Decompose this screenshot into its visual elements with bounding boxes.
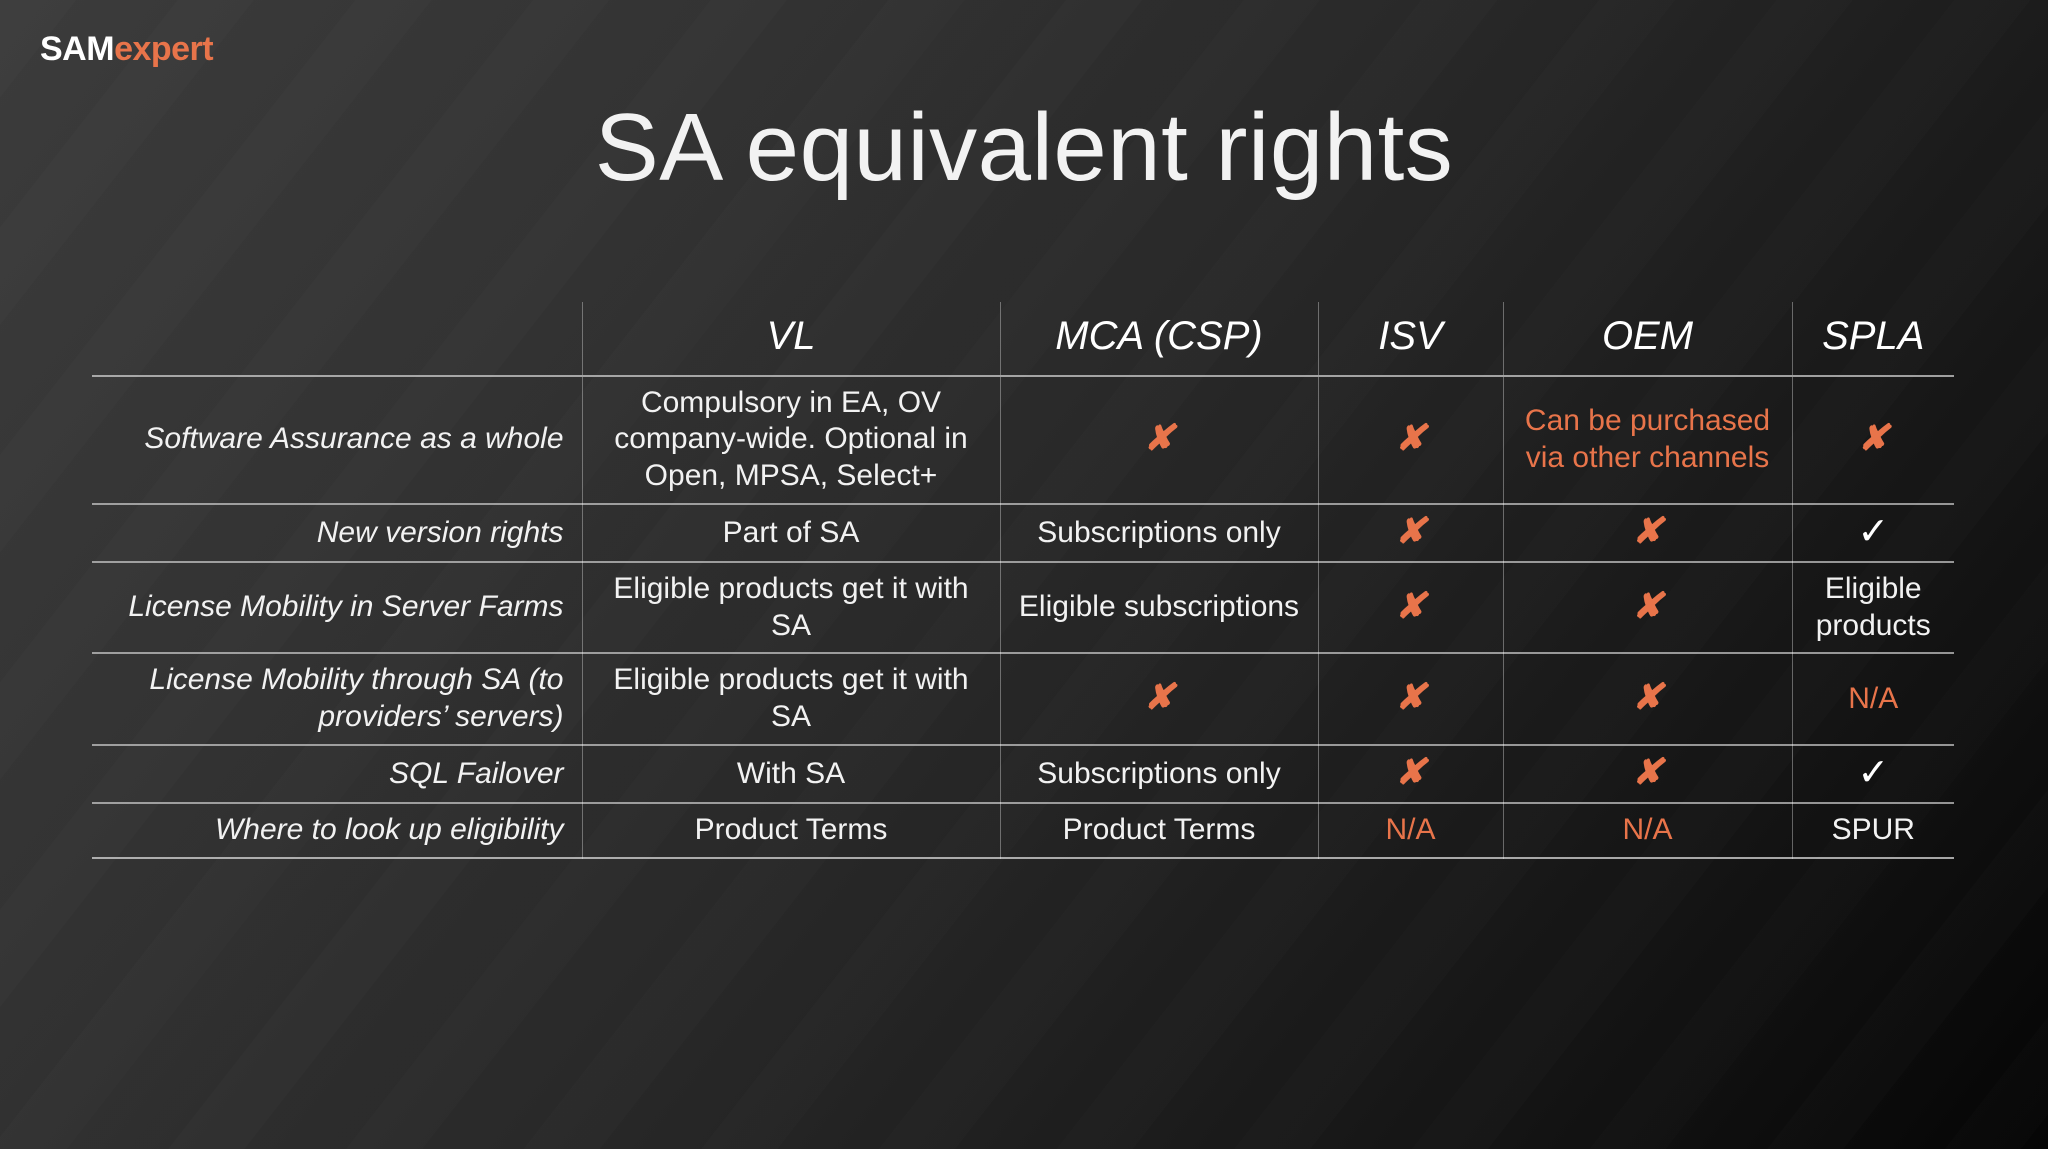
- cell-isv: ✘: [1317, 375, 1503, 504]
- cell-text: Subscriptions only: [1037, 756, 1281, 790]
- cross-icon: ✘: [1395, 416, 1426, 458]
- cell-text: Product Terms: [694, 813, 888, 847]
- cell-oem: ✘: [1502, 503, 1792, 563]
- cross-icon: ✘: [1395, 510, 1426, 552]
- check-icon: ✓: [1857, 751, 1890, 794]
- cell-text: Can be purchased via other channels: [1524, 404, 1771, 474]
- cell-text: Product Terms: [1062, 813, 1256, 847]
- cell-text: N/A: [1385, 813, 1436, 847]
- cross-icon: ✘: [1395, 751, 1426, 793]
- table-header: VL MCA (CSP) ISV OEM SPLA: [92, 302, 1954, 377]
- cell-oem: N/A: [1502, 803, 1792, 858]
- row-header-label: SQL Failover: [388, 756, 564, 790]
- cell-oem: ✘: [1502, 653, 1792, 745]
- cell-vl: Product Terms: [581, 803, 1000, 858]
- check-icon: ✓: [1857, 510, 1890, 553]
- logo-text-sam: SAM: [40, 30, 115, 68]
- logo-text-expert: expert: [114, 30, 214, 68]
- cross-icon: ✘: [1858, 416, 1889, 458]
- cell-mca: ✘: [999, 653, 1318, 745]
- cross-icon: ✘: [1632, 584, 1663, 626]
- brand-logo: SAMexpert: [40, 30, 214, 68]
- table-header-row: VL MCA (CSP) ISV OEM SPLA: [92, 302, 1954, 377]
- column-header-mca: MCA (CSP): [999, 302, 1318, 377]
- column-header-oem: OEM: [1502, 302, 1792, 377]
- cell-vl: With SA: [581, 744, 1000, 804]
- column-header-isv: ISV: [1317, 302, 1503, 377]
- cell-text: With SA: [736, 756, 846, 790]
- row-header-label: Software Assurance as a whole: [144, 422, 564, 456]
- table-row: Software Assurance as a whole Compulsory …: [92, 375, 1954, 504]
- table-row: SQL Failover With SA Subscriptions only ✘ ✘ ✓: [92, 744, 1954, 804]
- cell-vl: Eligible products get it with SA: [581, 562, 1000, 654]
- cell-oem: ✘: [1502, 744, 1792, 804]
- cell-isv: ✘: [1317, 653, 1503, 745]
- cell-text: Eligible subscriptions: [1018, 590, 1300, 624]
- cell-mca: Product Terms: [999, 803, 1318, 858]
- slide-canvas: SAMexpert SA equivalent rights VL MCA (C…: [0, 0, 2048, 1149]
- cross-icon: ✘: [1395, 584, 1426, 626]
- cross-icon: ✘: [1632, 510, 1663, 552]
- cell-isv: ✘: [1317, 744, 1503, 804]
- column-header-spla: SPLA: [1791, 302, 1954, 377]
- row-header-label: Where to look up eligibility: [214, 813, 564, 847]
- cell-mca: ✘: [999, 375, 1318, 504]
- table-row: License Mobility through SA (to provider…: [92, 653, 1954, 745]
- cell-spla: ✓: [1791, 744, 1954, 804]
- cell-isv: N/A: [1317, 803, 1503, 858]
- cell-spla: Eligible products: [1791, 562, 1954, 654]
- cross-icon: ✘: [1632, 676, 1663, 718]
- cell-mca: Subscriptions only: [999, 744, 1318, 804]
- slide-title: SA equivalent rights: [594, 94, 1454, 201]
- cell-vl: Eligible products get it with SA: [581, 653, 1000, 745]
- cross-icon: ✘: [1143, 676, 1175, 718]
- table-corner-cell: [92, 302, 582, 377]
- cell-spla: N/A: [1791, 653, 1954, 745]
- cross-icon: ✘: [1395, 676, 1426, 718]
- cell-text: SPUR: [1831, 813, 1915, 847]
- cell-spla: SPUR: [1791, 803, 1954, 858]
- cell-text: Subscriptions only: [1037, 515, 1281, 549]
- cross-icon: ✘: [1143, 416, 1175, 458]
- table-row: License Mobility in Server Farms Eligible…: [92, 562, 1954, 654]
- cell-text: N/A: [1848, 681, 1899, 715]
- cell-oem: ✘: [1502, 562, 1792, 654]
- cell-vl: Compulsory in EA, OV company-wide. Optio…: [581, 375, 1000, 504]
- table-row: Where to look up eligibility Product Term…: [92, 803, 1954, 858]
- table-body: Software Assurance as a whole Compulsory …: [92, 375, 1954, 858]
- cell-oem: Can be purchased via other channels: [1502, 375, 1792, 504]
- cell-isv: ✘: [1317, 562, 1503, 654]
- cell-text: Eligible products get it with SA: [613, 572, 969, 642]
- cell-mca: Subscriptions only: [999, 503, 1318, 563]
- table-row: New version rights Part of SA Subscription…: [92, 503, 1954, 563]
- cell-text: Compulsory in EA, OV company-wide. Optio…: [614, 385, 968, 492]
- cell-text: Part of SA: [722, 515, 860, 549]
- cell-spla: ✘: [1791, 375, 1954, 504]
- cell-isv: ✘: [1317, 503, 1503, 563]
- cross-icon: ✘: [1632, 751, 1663, 793]
- cell-text: N/A: [1622, 813, 1673, 847]
- column-header-vl: VL: [581, 302, 1000, 377]
- cell-spla: ✓: [1791, 503, 1954, 563]
- row-header-label: New version rights: [316, 515, 564, 549]
- cell-text: Eligible products get it with SA: [613, 663, 969, 733]
- cell-text: Eligible products: [1815, 572, 1931, 642]
- cell-vl: Part of SA: [581, 503, 1000, 563]
- cell-mca: Eligible subscriptions: [999, 562, 1318, 654]
- row-header-label: License Mobility in Server Farms: [128, 590, 564, 624]
- row-header-label: License Mobility through SA (to provider…: [149, 663, 564, 733]
- sa-equivalent-rights-table: VL MCA (CSP) ISV OEM SPLA Software Assur…: [92, 302, 1954, 859]
